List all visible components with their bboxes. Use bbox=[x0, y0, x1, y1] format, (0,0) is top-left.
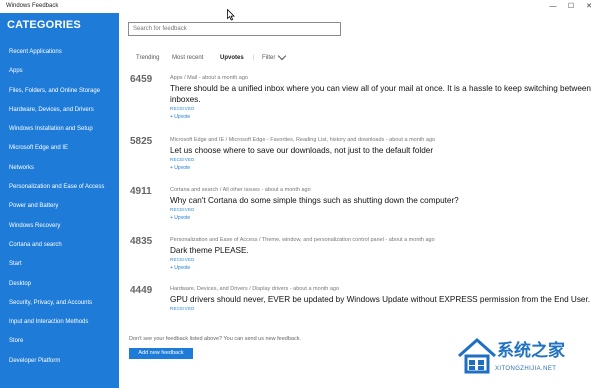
maximize-icon[interactable]: ☐ bbox=[562, 0, 580, 13]
vote-count: 5825 bbox=[130, 136, 153, 147]
filter-dropdown[interactable]: Filter bbox=[262, 51, 287, 61]
category-item-recovery[interactable]: Windows Recovery bbox=[0, 217, 119, 236]
vote-count: 6459 bbox=[130, 74, 153, 85]
status-badge: RECEIVED bbox=[170, 257, 195, 262]
category-item-recent-applications[interactable]: Recent Applications bbox=[0, 43, 119, 62]
status-badge: RECEIVED bbox=[170, 106, 195, 111]
new-feedback-prompt: Don't see your feedback listed above? Yo… bbox=[129, 336, 301, 342]
feedback-title[interactable]: Why can't Cortana do some simple things … bbox=[170, 195, 595, 206]
status-badge: RECEIVED bbox=[170, 207, 195, 212]
filter-label: Filter bbox=[262, 55, 276, 61]
feedback-title[interactable]: Dark theme PLEASE. bbox=[170, 245, 595, 256]
category-list: Recent Applications Apps Files, Folders,… bbox=[0, 43, 119, 371]
category-item-hardware[interactable]: Hardware, Devices, and Drivers bbox=[0, 101, 119, 120]
vote-count: 4911 bbox=[130, 186, 152, 197]
upvote-button[interactable]: + Upvote bbox=[170, 215, 190, 221]
category-item-start[interactable]: Start bbox=[0, 255, 119, 274]
category-item-security[interactable]: Security, Privacy, and Accounts bbox=[0, 294, 119, 313]
upvote-button[interactable]: + Upvote bbox=[170, 265, 190, 271]
mouse-cursor-icon bbox=[227, 8, 235, 26]
minimize-icon[interactable]: — bbox=[544, 0, 562, 13]
category-item-desktop[interactable]: Desktop bbox=[0, 275, 119, 294]
feedback-title[interactable]: There should be a unified inbox where yo… bbox=[170, 83, 595, 105]
feedback-title[interactable]: GPU drivers should never, EVER be update… bbox=[170, 294, 595, 305]
upvote-button[interactable]: + Upvote bbox=[170, 114, 190, 120]
status-badge: RECEIVED bbox=[170, 306, 195, 311]
title-bar: Windows Feedback — ☐ ✕ bbox=[0, 0, 600, 14]
house-logo-icon bbox=[458, 337, 496, 374]
tab-trending[interactable]: Trending bbox=[136, 55, 159, 61]
category-item-input[interactable]: Input and Interaction Methods bbox=[0, 313, 119, 332]
feedback-title[interactable]: Let us choose where to save our download… bbox=[170, 145, 595, 156]
feedback-meta: Apps / Mail - about a month ago bbox=[170, 75, 248, 81]
category-item-developer[interactable]: Developer Platform bbox=[0, 352, 119, 371]
site-watermark: 系统之家 XITONGZHIJIA.NET bbox=[455, 332, 600, 388]
vote-count: 4449 bbox=[130, 285, 153, 296]
status-badge: RECEIVED bbox=[170, 157, 195, 162]
tab-separator: | bbox=[253, 55, 255, 61]
watermark-url: XITONGZHIJIA.NET bbox=[495, 366, 557, 372]
category-item-installation[interactable]: Windows Installation and Setup bbox=[0, 120, 119, 139]
category-item-store[interactable]: Store bbox=[0, 332, 119, 351]
category-item-edge-ie[interactable]: Microsoft Edge and IE bbox=[0, 139, 119, 158]
feedback-meta: Personalization and Ease of Access / The… bbox=[170, 237, 435, 243]
vote-count: 4835 bbox=[130, 236, 153, 247]
category-item-power[interactable]: Power and Battery bbox=[0, 197, 119, 216]
category-item-cortana[interactable]: Cortana and search bbox=[0, 236, 119, 255]
upvote-button[interactable]: + Upvote bbox=[170, 165, 190, 171]
category-item-apps[interactable]: Apps bbox=[0, 62, 119, 81]
categories-sidebar: CATEGORIES Recent Applications Apps File… bbox=[0, 13, 119, 388]
feedback-meta: Cortana and search / All other issues - … bbox=[170, 187, 311, 193]
category-item-personalization[interactable]: Personalization and Ease of Access bbox=[0, 178, 119, 197]
close-icon[interactable]: ✕ bbox=[580, 0, 598, 13]
categories-heading: CATEGORIES bbox=[7, 19, 81, 31]
chevron-down-icon bbox=[278, 51, 287, 61]
feedback-meta: Microsoft Edge and IE / Microsoft Edge -… bbox=[170, 137, 436, 143]
feedback-meta: Hardware, Devices, and Drivers / Display… bbox=[170, 286, 340, 292]
tab-upvotes[interactable]: Upvotes bbox=[220, 55, 244, 61]
category-item-networks[interactable]: Networks bbox=[0, 159, 119, 178]
category-item-files-folders[interactable]: Files, Folders, and Online Storage bbox=[0, 82, 119, 101]
window-title: Windows Feedback bbox=[6, 3, 59, 9]
watermark-title: 系统之家 bbox=[497, 341, 565, 361]
add-new-feedback-button[interactable]: Add new feedback bbox=[129, 348, 193, 359]
tab-most-recent[interactable]: Most recent bbox=[172, 55, 203, 61]
